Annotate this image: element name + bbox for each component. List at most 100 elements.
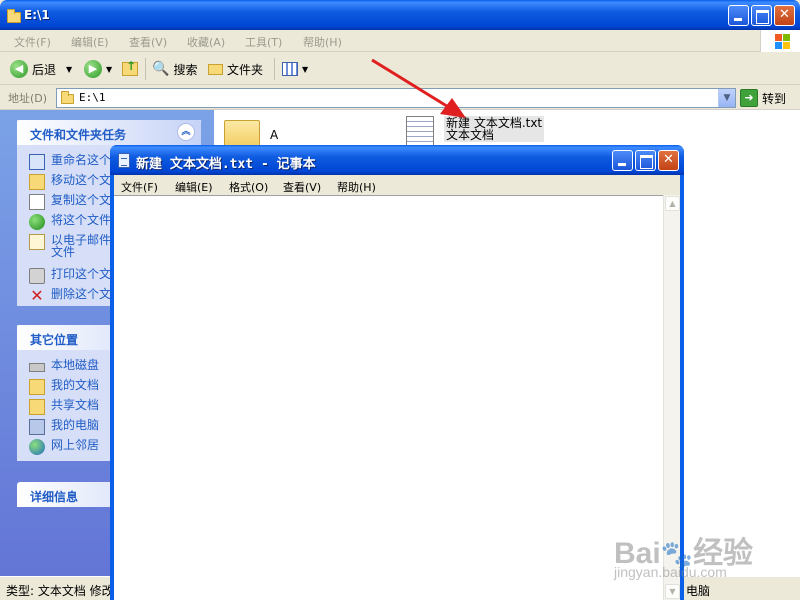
place-my-computer[interactable]: 我的电脑 bbox=[29, 419, 99, 435]
place-network[interactable]: 网上邻居 bbox=[29, 439, 99, 455]
my-documents-icon bbox=[29, 379, 45, 395]
place-shared-documents-label: 共享文档 bbox=[51, 398, 100, 412]
address-bar: 地址(D) E:\1 ▼ ➜ 转到 bbox=[0, 86, 800, 110]
menu-view[interactable]: 查看(V) bbox=[283, 179, 321, 195]
place-shared-documents[interactable]: 共享文档 bbox=[29, 399, 99, 415]
text-file-icon bbox=[406, 116, 434, 148]
notepad-window: 新建 文本文档.txt - 记事本 文件(F) 编辑(E) 格式(O) 查看(V… bbox=[110, 145, 684, 600]
menu-help[interactable]: 帮助(H) bbox=[337, 179, 376, 195]
notepad-text-area[interactable] bbox=[114, 195, 680, 600]
printer-icon bbox=[29, 268, 45, 284]
task-delete-label: 删除这个文 bbox=[51, 287, 112, 301]
explorer-title: E:\1 bbox=[24, 8, 50, 22]
task-rename[interactable]: 重命名这个文 bbox=[29, 154, 123, 170]
notepad-icon bbox=[118, 153, 130, 168]
chevron-down-icon[interactable]: ▼ bbox=[302, 65, 308, 74]
views-button[interactable]: ▼ bbox=[282, 59, 308, 79]
menu-file[interactable]: 文件(F) bbox=[14, 34, 51, 50]
file-type: 文本文档 bbox=[446, 128, 495, 142]
other-places-heading: 其它位置 bbox=[30, 333, 79, 347]
file-tasks-heading: 文件和文件夹任务 bbox=[30, 128, 127, 142]
forward-button[interactable]: ▼ bbox=[84, 59, 112, 79]
place-local-disk-label: 本地磁盘 bbox=[51, 358, 100, 372]
delete-x-icon: ✕ bbox=[30, 286, 44, 305]
folders-label: 文件夹 bbox=[227, 62, 264, 77]
folders-button[interactable]: 文件夹 bbox=[208, 59, 263, 79]
chevron-down-icon[interactable]: ▼ bbox=[66, 65, 72, 74]
file-name: A bbox=[270, 128, 279, 142]
explorer-titlebar[interactable]: E:\1 bbox=[0, 0, 800, 30]
address-input[interactable]: E:\1 ▼ bbox=[56, 88, 736, 108]
place-my-documents[interactable]: 我的文档 bbox=[29, 379, 99, 395]
place-my-documents-label: 我的文档 bbox=[51, 378, 100, 392]
task-print[interactable]: 打印这个文 bbox=[29, 268, 111, 284]
task-copy[interactable]: 复制这个文 bbox=[29, 194, 111, 210]
task-email[interactable]: 以电子邮件 文件 bbox=[29, 234, 111, 258]
menu-file[interactable]: 文件(F) bbox=[121, 179, 158, 195]
up-folder-button[interactable]: ↑ bbox=[122, 59, 138, 79]
menu-view[interactable]: 查看(V) bbox=[129, 34, 167, 50]
notepad-titlebar[interactable]: 新建 文本文档.txt - 记事本 bbox=[110, 145, 684, 175]
move-icon bbox=[29, 174, 45, 190]
address-label: 地址(D) bbox=[8, 92, 48, 105]
back-button[interactable]: 后退 ▼ bbox=[10, 59, 72, 79]
shared-folder-icon bbox=[29, 399, 45, 415]
windows-logo-icon bbox=[760, 30, 800, 52]
task-publish-label: 将这个文件 bbox=[51, 213, 112, 227]
explorer-menubar: 文件(F) 编辑(E) 查看(V) 收藏(A) 工具(T) 帮助(H) bbox=[0, 30, 800, 52]
maximize-button[interactable] bbox=[635, 150, 656, 171]
place-local-disk[interactable]: 本地磁盘 bbox=[29, 359, 99, 372]
task-publish[interactable]: 将这个文件 bbox=[29, 214, 111, 230]
go-arrow-icon: ➜ bbox=[740, 89, 758, 107]
menu-format[interactable]: 格式(O) bbox=[229, 179, 268, 195]
collapse-icon[interactable]: ︽ bbox=[177, 123, 195, 141]
up-folder-icon: ↑ bbox=[122, 59, 138, 76]
minimize-button[interactable] bbox=[612, 150, 633, 171]
folder-icon bbox=[7, 9, 21, 23]
forward-arrow-icon bbox=[84, 60, 102, 78]
status-zone: 电脑 bbox=[686, 584, 711, 598]
notepad-title: 新建 文本文档.txt - 记事本 bbox=[136, 157, 316, 172]
publish-web-icon bbox=[29, 214, 45, 230]
back-arrow-icon bbox=[10, 60, 28, 78]
task-print-label: 打印这个文 bbox=[51, 267, 112, 281]
chevron-down-icon[interactable]: ▼ bbox=[106, 65, 112, 74]
details-heading: 详细信息 bbox=[30, 490, 79, 504]
place-my-computer-label: 我的电脑 bbox=[51, 418, 100, 432]
explorer-toolbar: 后退 ▼ ▼ ↑ 🔍 搜索 文件夹 ▼ bbox=[0, 53, 800, 85]
close-button[interactable] bbox=[774, 5, 795, 26]
folders-icon bbox=[208, 63, 223, 75]
folder-icon bbox=[61, 91, 74, 104]
menu-edit[interactable]: 编辑(E) bbox=[71, 34, 109, 50]
search-button[interactable]: 🔍 搜索 bbox=[152, 59, 197, 79]
go-label: 转到 bbox=[762, 91, 787, 106]
close-button[interactable] bbox=[658, 150, 679, 171]
task-move-label: 移动这个文 bbox=[51, 173, 112, 187]
email-icon bbox=[29, 234, 45, 250]
disk-icon bbox=[29, 363, 45, 372]
file-tasks-header[interactable]: 文件和文件夹任务 ︽ bbox=[17, 120, 201, 145]
menu-help[interactable]: 帮助(H) bbox=[303, 34, 342, 50]
back-label: 后退 bbox=[32, 62, 57, 77]
search-icon: 🔍 bbox=[152, 61, 170, 77]
status-text: 类型: 文本文档 修改 bbox=[6, 584, 114, 598]
task-copy-label: 复制这个文 bbox=[51, 193, 112, 207]
search-label: 搜索 bbox=[173, 62, 198, 77]
menu-favorites[interactable]: 收藏(A) bbox=[187, 34, 225, 50]
task-delete[interactable]: ✕ 删除这个文 bbox=[29, 288, 111, 304]
file-item-text-document[interactable]: 新建 文本文档.txt 文本文档 bbox=[406, 116, 545, 148]
menu-tools[interactable]: 工具(T) bbox=[245, 34, 282, 50]
notepad-menubar: 文件(F) 编辑(E) 格式(O) 查看(V) 帮助(H) bbox=[114, 175, 680, 195]
rename-icon bbox=[29, 154, 45, 170]
go-button[interactable]: ➜ 转到 bbox=[740, 88, 786, 108]
views-icon bbox=[282, 62, 298, 76]
task-move[interactable]: 移动这个文 bbox=[29, 174, 111, 190]
maximize-button[interactable] bbox=[751, 5, 772, 26]
address-value: E:\1 bbox=[79, 91, 106, 104]
menu-edit[interactable]: 编辑(E) bbox=[175, 179, 213, 195]
minimize-button[interactable] bbox=[728, 5, 749, 26]
copy-icon bbox=[29, 194, 45, 210]
network-icon bbox=[29, 439, 45, 455]
chevron-down-icon[interactable]: ▼ bbox=[718, 89, 735, 107]
place-network-label: 网上邻居 bbox=[51, 438, 100, 452]
